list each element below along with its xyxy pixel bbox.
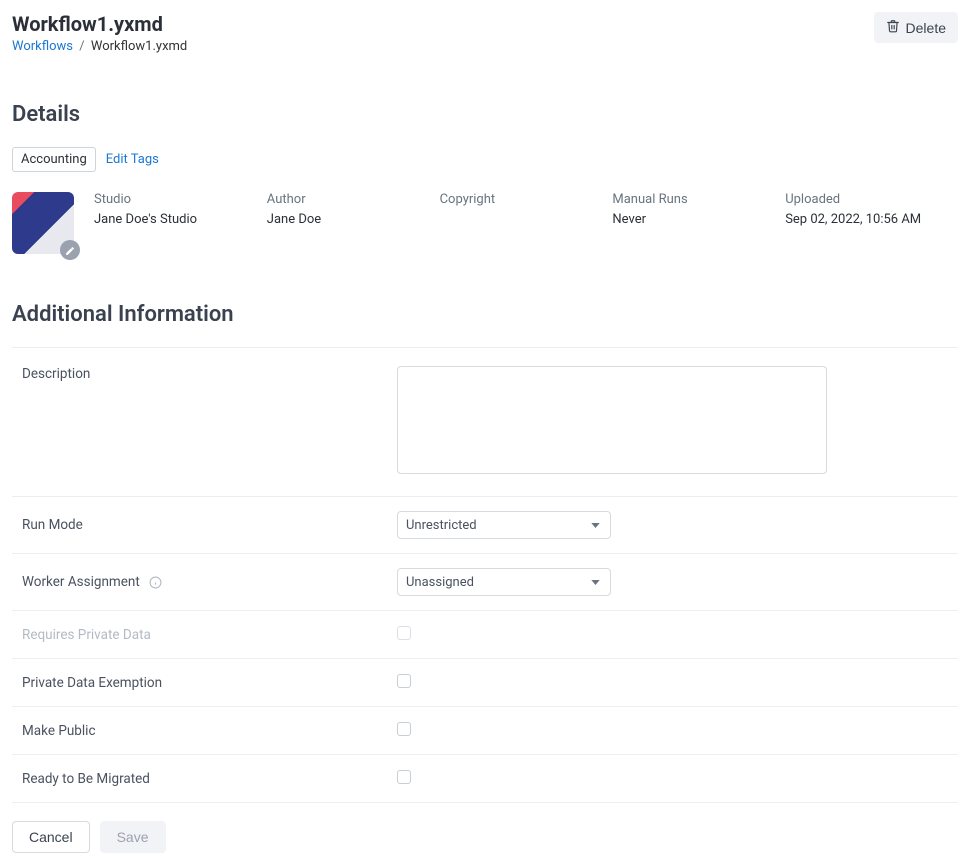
pencil-icon: [65, 241, 75, 260]
author-value: Jane Doe: [267, 212, 440, 227]
manual-runs-label: Manual Runs: [612, 192, 785, 207]
workflow-icon: [12, 192, 74, 254]
save-button: Save: [100, 821, 166, 853]
breadcrumb: Workflows / Workflow1.yxmd: [12, 39, 187, 54]
breadcrumb-current: Workflow1.yxmd: [91, 39, 187, 54]
make-public-label: Make Public: [12, 707, 387, 755]
details-heading: Details: [12, 102, 958, 127]
breadcrumb-root[interactable]: Workflows: [12, 39, 73, 54]
cancel-button[interactable]: Cancel: [12, 821, 90, 853]
delete-button[interactable]: Delete: [874, 12, 958, 43]
uploaded-label: Uploaded: [785, 192, 958, 207]
delete-button-label: Delete: [906, 20, 946, 36]
description-label: Description: [12, 348, 387, 497]
manual-runs-value: Never: [612, 212, 785, 227]
page-title: Workflow1.yxmd: [12, 12, 187, 36]
description-input[interactable]: [397, 366, 827, 474]
author-label: Author: [267, 192, 440, 207]
studio-label: Studio: [94, 192, 267, 207]
tag-chip: Accounting: [12, 147, 96, 172]
additional-info-heading: Additional Information: [12, 302, 958, 327]
make-public-checkbox[interactable]: [397, 722, 411, 736]
private-data-exemption-checkbox[interactable]: [397, 674, 411, 688]
edit-icon-button[interactable]: [60, 240, 80, 260]
uploaded-value: Sep 02, 2022, 10:56 AM: [785, 212, 958, 227]
trash-icon: [886, 19, 900, 36]
run-mode-label: Run Mode: [12, 497, 387, 554]
worker-assignment-label: Worker Assignment: [22, 574, 140, 590]
requires-private-data-checkbox: [397, 626, 411, 640]
edit-tags-link[interactable]: Edit Tags: [106, 152, 159, 167]
ready-to-migrate-label: Ready to Be Migrated: [12, 755, 387, 803]
studio-value: Jane Doe's Studio: [94, 212, 267, 227]
ready-to-migrate-checkbox[interactable]: [397, 770, 411, 784]
copyright-label: Copyright: [440, 192, 613, 207]
run-mode-select[interactable]: Unrestricted: [397, 511, 611, 539]
breadcrumb-separator: /: [79, 39, 84, 54]
requires-private-data-label: Requires Private Data: [12, 611, 387, 659]
worker-assignment-select[interactable]: Unassigned: [397, 568, 611, 596]
private-data-exemption-label: Private Data Exemption: [12, 659, 387, 707]
info-icon: [149, 576, 162, 589]
